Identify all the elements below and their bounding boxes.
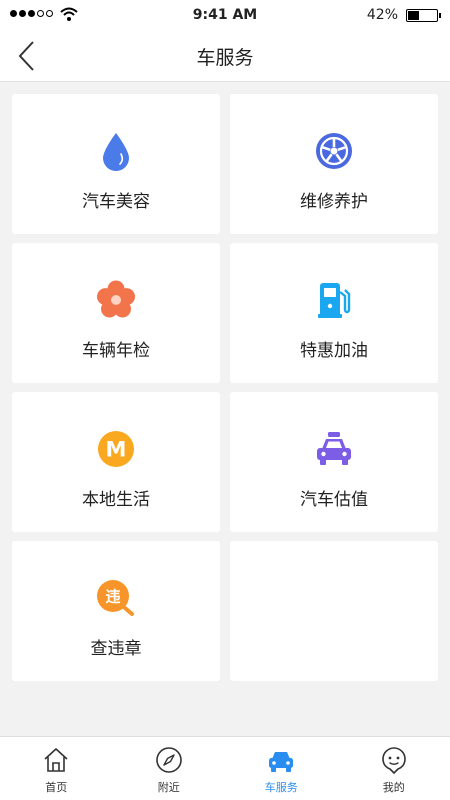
tab-car-service[interactable]: 车服务: [225, 737, 338, 800]
flower-icon: [97, 280, 135, 318]
tab-label: 车服务: [264, 781, 298, 794]
tab-label: 首页: [45, 781, 68, 794]
tab-profile[interactable]: 我的: [338, 737, 450, 800]
home-icon: [44, 748, 68, 772]
service-label: 特惠加油: [300, 341, 368, 361]
service-car-beauty[interactable]: 汽车美容: [12, 94, 220, 234]
wheel-icon: [316, 133, 352, 169]
bottom-tab-bar: 首页 附近 车服务 我的: [0, 736, 450, 800]
page-title: 车服务: [196, 47, 254, 69]
battery-percent: 42%: [366, 7, 398, 23]
service-label: 车辆年检: [82, 341, 150, 361]
empty-grid-cell: [230, 541, 438, 681]
profile-icon: [381, 747, 406, 774]
violation-search-icon: 违: [97, 580, 134, 616]
local-life-icon: M: [98, 431, 134, 467]
service-label: 维修养护: [300, 192, 368, 212]
tab-nearby[interactable]: 附近: [113, 737, 226, 800]
tab-label: 我的: [382, 781, 405, 794]
fuel-pump-icon: [318, 283, 351, 318]
service-label: 本地生活: [82, 490, 150, 510]
car-icon: [269, 752, 294, 772]
service-traffic-violation[interactable]: 违 查违章: [12, 541, 220, 681]
taxi-icon: [317, 432, 351, 465]
service-label: 汽车估值: [300, 490, 368, 510]
service-maintenance[interactable]: 维修养护: [230, 94, 438, 234]
service-label: 查违章: [90, 639, 142, 659]
water-drop-icon: [103, 133, 129, 171]
service-grid: 汽车美容 维修养护 车辆年检 特惠加油 M 本地生活 汽车估值 违 查违章: [12, 94, 438, 681]
service-car-valuation[interactable]: 汽车估值: [230, 392, 438, 532]
tab-home[interactable]: 首页: [0, 737, 113, 800]
service-fuel-discount[interactable]: 特惠加油: [230, 243, 438, 383]
tab-label: 附近: [157, 781, 180, 794]
navigation-bar: 车服务: [0, 30, 450, 82]
status-bar: 9:41 AM 42%: [0, 0, 450, 30]
svg-text:M: M: [106, 438, 127, 462]
service-local-life[interactable]: M 本地生活: [12, 392, 220, 532]
compass-icon: [155, 747, 182, 773]
service-annual-inspection[interactable]: 车辆年检: [12, 243, 220, 383]
battery-icon: [406, 9, 441, 22]
svg-text:违: 违: [105, 588, 120, 606]
service-label: 汽车美容: [82, 192, 150, 212]
